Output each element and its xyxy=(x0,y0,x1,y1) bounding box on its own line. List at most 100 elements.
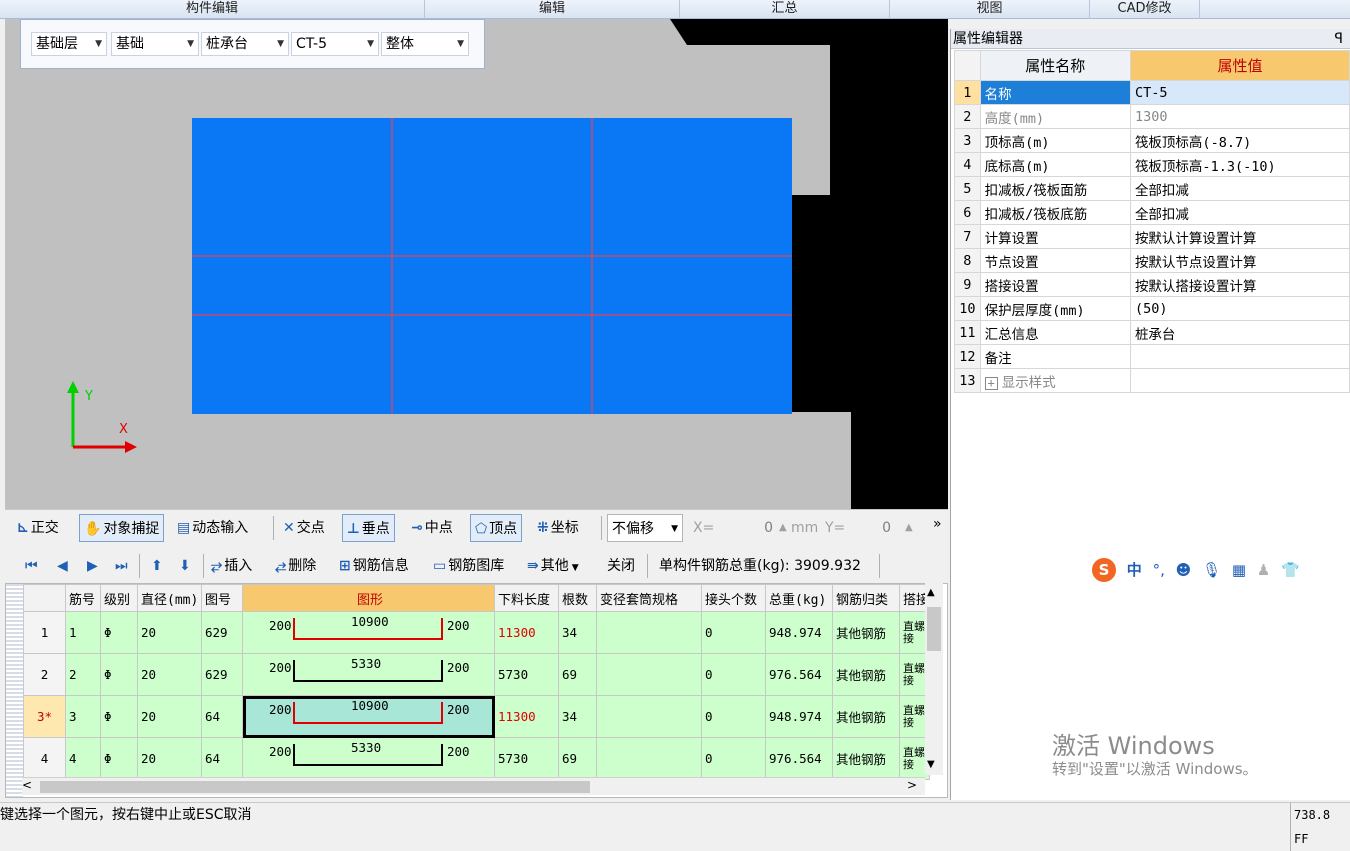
property-value[interactable] xyxy=(1129,344,1350,369)
pin-icon[interactable]: ꟼ xyxy=(1335,29,1343,49)
skin-icon[interactable]: 👕 xyxy=(1281,561,1300,579)
figure-number-cell[interactable]: 629 xyxy=(201,653,243,696)
count-cell[interactable]: 34 xyxy=(558,611,597,654)
component-select[interactable]: CT-5 ▼ xyxy=(291,32,379,56)
sleeve-cell[interactable] xyxy=(596,695,702,738)
property-row[interactable]: 4 底标高(m) 筏板顶标高-1.3(-10) xyxy=(954,152,1350,177)
menu-summary[interactable]: 汇总 xyxy=(680,0,890,19)
menu-component-edit[interactable]: 构件编辑 xyxy=(0,0,425,19)
scroll-thumb[interactable] xyxy=(40,781,590,793)
row-number[interactable]: 3* xyxy=(23,695,66,738)
weight-cell[interactable]: 948.974 xyxy=(765,695,833,738)
grid-horizontal-scrollbar[interactable]: < > xyxy=(22,777,925,795)
floor-select[interactable]: 基础层 ▼ xyxy=(31,32,107,56)
count-cell[interactable]: 69 xyxy=(558,737,597,780)
col-header-diameter[interactable]: 直径(mm) xyxy=(137,584,202,612)
move-down-icon[interactable]: ⬇ xyxy=(179,554,191,578)
property-value[interactable]: 全部扣减 xyxy=(1129,200,1350,225)
property-row[interactable]: 6 扣减板/筏板底筋 全部扣减 xyxy=(954,200,1350,225)
type-select[interactable]: 桩承台 ▼ xyxy=(201,32,289,56)
midpoint-snap-button[interactable]: ⊸ 中点 xyxy=(407,514,457,542)
col-header-grade[interactable]: 级别 xyxy=(100,584,138,612)
property-value[interactable]: 1300 xyxy=(1129,104,1350,129)
property-value[interactable]: CT-5 xyxy=(1129,80,1350,105)
property-row[interactable]: 9 搭接设置 按默认搭接设置计算 xyxy=(954,272,1350,297)
category-cell[interactable]: 其他钢筋 xyxy=(832,611,900,654)
property-value[interactable]: 按默认搭接设置计算 xyxy=(1129,272,1350,297)
cut-length-cell[interactable]: 11300 xyxy=(494,695,559,738)
row-number[interactable]: 1 xyxy=(23,611,66,654)
dynamic-input-button[interactable]: ▤ 动态输入 xyxy=(173,514,252,542)
property-row[interactable]: 10 保护层厚度(mm) (50) xyxy=(954,296,1350,321)
shape-cell[interactable]: 200 5330 200 xyxy=(242,653,495,696)
property-value[interactable]: (50) xyxy=(1129,296,1350,321)
row-number[interactable]: 4 xyxy=(23,737,66,780)
figure-number-cell[interactable]: 64 xyxy=(201,695,243,738)
first-record-icon[interactable]: ⏮ xyxy=(25,554,38,578)
figure-number-cell[interactable]: 64 xyxy=(201,737,243,780)
next-record-icon[interactable]: ▶ xyxy=(87,554,98,578)
menu-cad-modify[interactable]: CAD修改 xyxy=(1090,0,1200,19)
y-spinner-icon[interactable]: ▲ xyxy=(901,514,917,542)
joints-cell[interactable]: 0 xyxy=(701,737,766,780)
menu-edit[interactable]: 编辑 xyxy=(425,0,680,19)
figure-number-cell[interactable]: 629 xyxy=(201,611,243,654)
ime-mode-label[interactable]: 中 xyxy=(1127,561,1142,579)
close-button[interactable]: 关闭 xyxy=(607,554,635,578)
col-header-count[interactable]: 根数 xyxy=(558,584,597,612)
keyboard-icon[interactable]: ▦ xyxy=(1232,561,1246,579)
table-row[interactable]: 3* 3 Φ 20 64 200 10900 200 11300 34 0 948.974 其他钢筋 直螺… xyxy=(23,695,931,738)
punctuation-icon[interactable]: °, xyxy=(1153,561,1165,579)
category-cell[interactable]: 其他钢筋 xyxy=(832,695,900,738)
prev-record-icon[interactable]: ◀ xyxy=(57,554,68,578)
property-row[interactable]: 3 顶标高(m) 筏板顶标高(-8.7) xyxy=(954,128,1350,153)
grade-cell[interactable]: Φ xyxy=(100,653,138,696)
rebar-info-button[interactable]: ⊞ 钢筋信息 xyxy=(339,554,409,578)
sleeve-cell[interactable] xyxy=(596,653,702,696)
scroll-left-icon[interactable]: < xyxy=(22,778,32,792)
scroll-up-icon[interactable]: ▲ xyxy=(927,587,935,598)
joints-cell[interactable]: 0 xyxy=(701,695,766,738)
property-row[interactable]: 2 高度(mm) 1300 xyxy=(954,104,1350,129)
x-coordinate-input[interactable]: 0 xyxy=(717,514,777,542)
cut-length-cell[interactable]: 11300 xyxy=(494,611,559,654)
col-header-category[interactable]: 钢筋归类 xyxy=(832,584,900,612)
joints-cell[interactable]: 0 xyxy=(701,611,766,654)
delete-button[interactable]: ⥄ 删除 xyxy=(275,554,316,578)
ortho-button[interactable]: ⊾ 正交 xyxy=(13,514,63,542)
count-cell[interactable]: 34 xyxy=(558,695,597,738)
col-header-figure[interactable]: 图号 xyxy=(201,584,243,612)
scope-select[interactable]: 整体 ▼ xyxy=(381,32,469,56)
property-row[interactable]: 7 计算设置 按默认计算设置计算 xyxy=(954,224,1350,249)
scroll-thumb[interactable] xyxy=(927,607,941,651)
property-value[interactable]: 按默认节点设置计算 xyxy=(1129,248,1350,273)
bar-number[interactable]: 3 xyxy=(65,695,101,738)
property-value[interactable]: 筏板顶标高-1.3(-10) xyxy=(1129,152,1350,177)
grade-cell[interactable]: Φ xyxy=(100,737,138,780)
menu-view[interactable]: 视图 xyxy=(890,0,1090,19)
emoji-icon[interactable]: ☻ xyxy=(1176,561,1192,579)
weight-cell[interactable]: 976.564 xyxy=(765,653,833,696)
scroll-down-icon[interactable]: ▼ xyxy=(927,759,935,770)
rebar-library-button[interactable]: ▭ 钢筋图库 xyxy=(433,554,504,578)
property-row[interactable]: 11 汇总信息 桩承台 xyxy=(954,320,1350,345)
other-menu-button[interactable]: ⇛ 其他 ▼ xyxy=(527,554,579,578)
perpendicular-snap-button[interactable]: ⊥ 垂点 xyxy=(342,514,395,542)
bar-number[interactable]: 2 xyxy=(65,653,101,696)
table-row[interactable]: 2 2 Φ 20 629 200 5330 200 5730 69 0 976.564 其他钢筋 直螺接 xyxy=(23,653,931,696)
user-icon[interactable]: ♟ xyxy=(1257,561,1270,579)
grade-cell[interactable]: Φ xyxy=(100,611,138,654)
property-value[interactable]: 全部扣减 xyxy=(1129,176,1350,201)
intersection-snap-button[interactable]: ✕ 交点 xyxy=(279,514,329,542)
col-header-shape[interactable]: 图形 xyxy=(242,584,495,612)
last-record-icon[interactable]: ⏭ xyxy=(115,554,128,578)
diameter-cell[interactable]: 20 xyxy=(137,611,202,654)
col-header-weight[interactable]: 总重(kg) xyxy=(765,584,833,612)
ime-toolbar[interactable]: S 中 °, ☻ 🎙 ▦ ♟ 👕 xyxy=(1092,556,1350,584)
property-value[interactable]: 桩承台 xyxy=(1129,320,1350,345)
property-row[interactable]: 5 扣减板/筏板面筋 全部扣减 xyxy=(954,176,1350,201)
rebar-grid[interactable]: 筋号 级别 直径(mm) 图号 图形 下料长度 根数 变径套筒规格 接头个数 总… xyxy=(5,583,948,798)
sleeve-cell[interactable] xyxy=(596,611,702,654)
property-row[interactable]: 12 备注 xyxy=(954,344,1350,369)
diameter-cell[interactable]: 20 xyxy=(137,737,202,780)
